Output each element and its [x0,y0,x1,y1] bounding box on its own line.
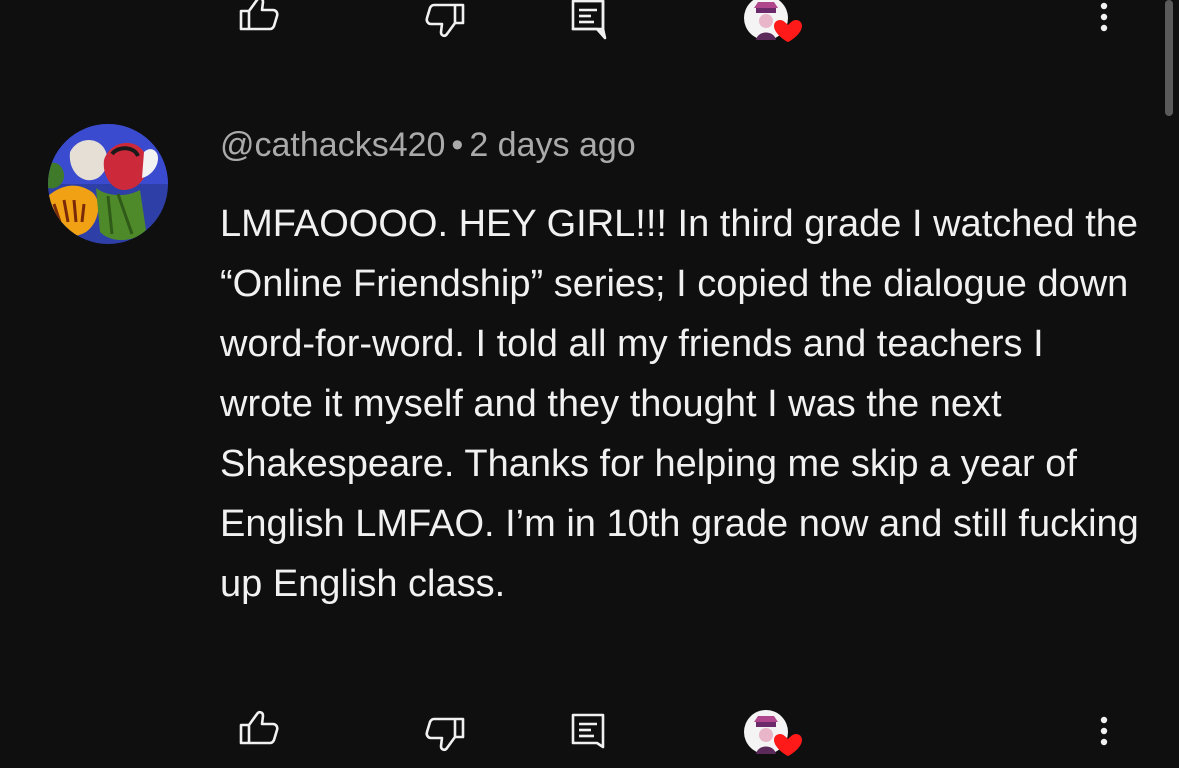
scrollbar[interactable] [1165,0,1173,116]
thumbs-down-icon[interactable] [424,716,466,752]
more-vertical-icon[interactable] [1093,714,1115,748]
comment: @cathacks420 • 2 days ago LMFAOOOO. HEY GI… [220,124,1150,614]
thumbs-down-icon[interactable] [424,2,466,38]
thumbs-up-icon[interactable] [238,0,280,32]
comment-meta: @cathacks420 • 2 days ago [220,124,1150,166]
comment-actions [0,702,1179,762]
comment-author[interactable]: @cathacks420 [220,126,445,164]
creator-heart-icon [742,708,806,760]
comment-timestamp[interactable]: 2 days ago [469,126,635,164]
meta-separator: • [451,126,464,164]
previous-comment-actions [0,0,1179,48]
thumbs-up-icon[interactable] [238,710,280,746]
creator-heart-icon [742,0,806,46]
avatar[interactable] [48,124,168,244]
comment-text: LMFAOOOO. HEY GIRL!!! In third grade I w… [220,203,1139,605]
more-vertical-icon[interactable] [1093,0,1115,34]
reply-icon[interactable] [570,712,608,754]
reply-icon[interactable] [570,0,608,40]
